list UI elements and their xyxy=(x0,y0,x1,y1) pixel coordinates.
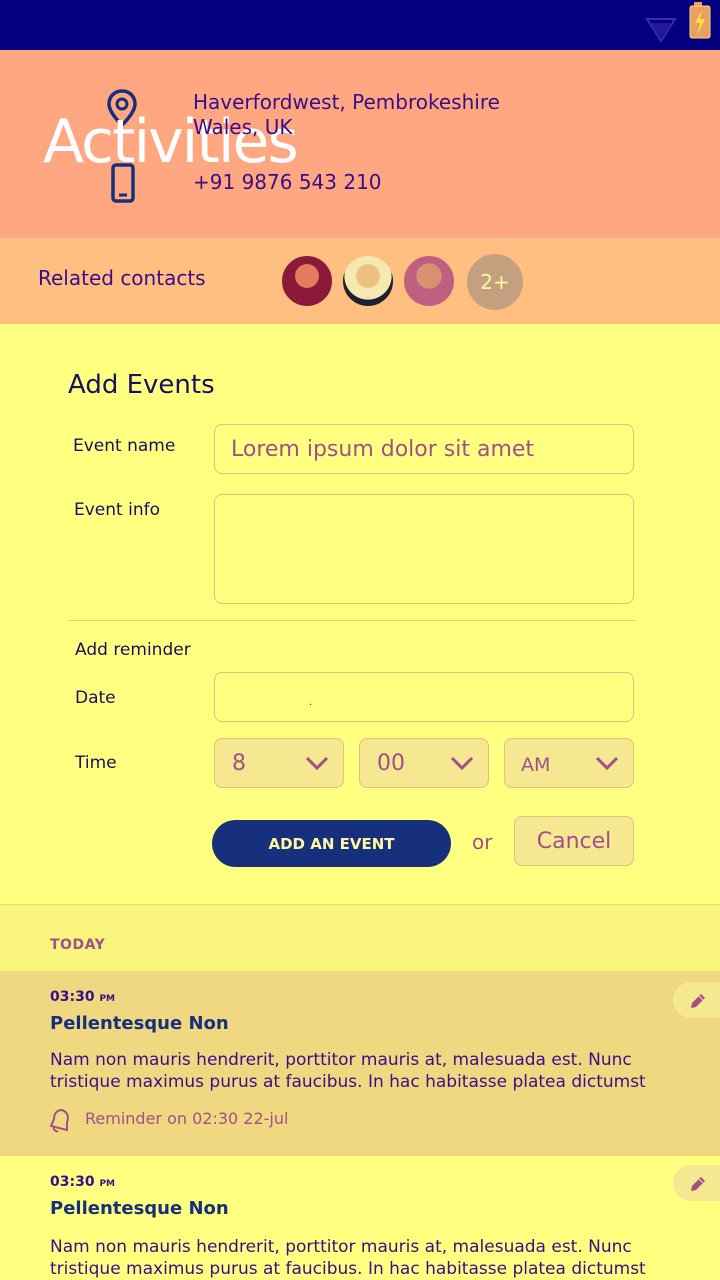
event-name-input[interactable]: Lorem ipsum dolor sit amet xyxy=(214,424,634,474)
or-text: or xyxy=(472,830,493,854)
edit-activity-button[interactable] xyxy=(673,1165,720,1201)
event-info-textarea[interactable] xyxy=(214,494,634,604)
add-reminder-heading: Add reminder xyxy=(75,640,191,660)
address-line-1: Haverfordwest, Pembrokeshire xyxy=(193,90,500,114)
activity-time: 03:30 PM xyxy=(50,989,116,1005)
today-header: TODAY xyxy=(0,905,720,971)
form-title: Add Events xyxy=(68,370,215,400)
divider xyxy=(68,620,636,621)
activity-title: Pellentesque Non xyxy=(50,1198,229,1219)
activity-item[interactable]: 03:30 PM Pellentesque Non Nam non mauris… xyxy=(0,971,720,1156)
minute-select[interactable]: 00 xyxy=(359,738,489,788)
event-name-label: Event name xyxy=(73,436,176,456)
contact-address: Haverfordwest, Pembrokeshire Wales, UK xyxy=(193,90,500,140)
edit-activity-button[interactable] xyxy=(673,982,720,1018)
pencil-icon xyxy=(691,994,705,1008)
bell-icon xyxy=(49,1108,69,1133)
status-bar xyxy=(0,0,720,50)
date-input[interactable]: . xyxy=(214,672,634,722)
minute-value: 00 xyxy=(377,751,405,776)
activity-item[interactable]: 03:30 PM Pellentesque Non Nam non mauris… xyxy=(0,1156,720,1280)
battery-icon xyxy=(689,2,711,39)
event-info-label: Event info xyxy=(74,500,160,520)
event-name-value: Lorem ipsum dolor sit amet xyxy=(231,437,535,462)
avatar[interactable] xyxy=(280,254,334,308)
period-value: AM xyxy=(521,754,551,776)
cancel-button[interactable]: Cancel xyxy=(514,816,634,866)
chevron-down-icon xyxy=(305,756,329,771)
date-label: Date xyxy=(75,688,116,708)
add-event-button[interactable]: ADD AN EVENT xyxy=(212,820,451,867)
pencil-icon xyxy=(691,1177,705,1191)
chevron-down-icon xyxy=(595,756,619,771)
period-select[interactable]: AM xyxy=(504,738,634,788)
contact-phone[interactable]: +91 9876 543 210 xyxy=(193,170,382,194)
related-contacts-bar: Related contacts 2+ xyxy=(0,238,720,324)
time-label: Time xyxy=(75,753,117,773)
avatar[interactable] xyxy=(402,254,456,308)
related-contacts-label: Related contacts xyxy=(38,266,206,290)
contact-header: Activities Haverfordwest, Pembrokeshire … xyxy=(0,50,720,238)
wifi-icon xyxy=(645,18,677,43)
activity-body: Nam non mauris hendrerit, porttitor maur… xyxy=(50,1237,646,1279)
more-contacts-badge[interactable]: 2+ xyxy=(467,254,523,310)
activity-reminder: Reminder on 02:30 22-jul xyxy=(85,1109,289,1128)
date-value: . xyxy=(309,697,313,708)
today-label: TODAY xyxy=(50,937,106,953)
hour-value: 8 xyxy=(232,751,246,776)
activity-body: Nam non mauris hendrerit, porttitor maur… xyxy=(50,1050,646,1092)
activity-time: 03:30 PM xyxy=(50,1174,116,1190)
activity-title: Pellentesque Non xyxy=(50,1013,229,1034)
hour-select[interactable]: 8 xyxy=(214,738,344,788)
chevron-down-icon xyxy=(450,756,474,771)
address-line-2: Wales, UK xyxy=(193,115,293,139)
avatar[interactable] xyxy=(341,254,395,308)
